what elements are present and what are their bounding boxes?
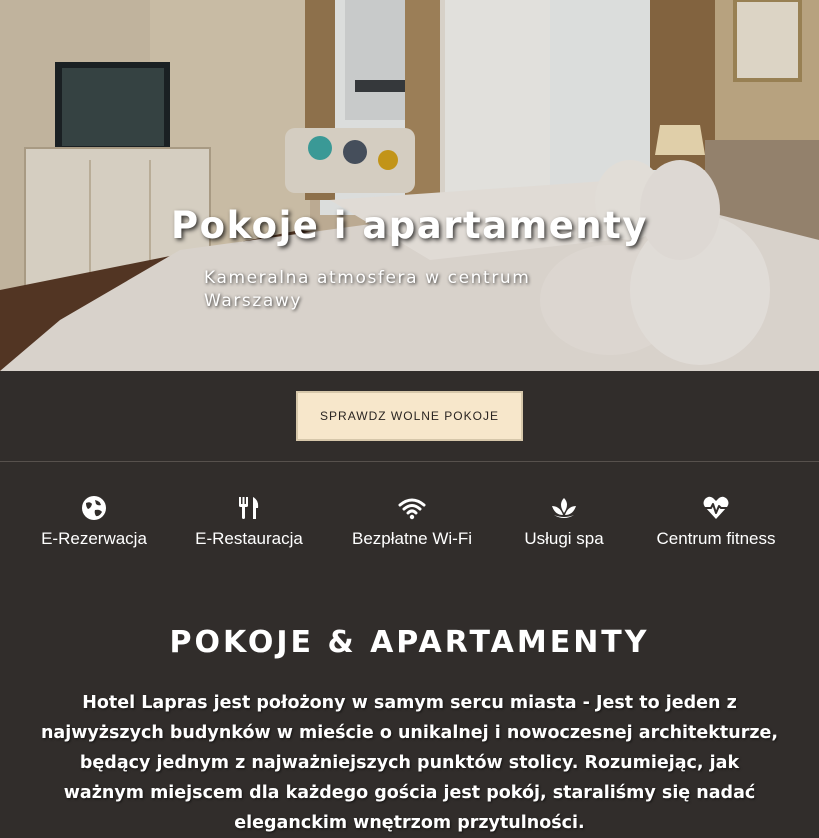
fork-knife-icon (239, 497, 259, 519)
heartbeat-icon (703, 496, 729, 519)
hero-banner: Pokoje i apartamenty Kameralna atmosfera… (0, 0, 819, 371)
hero-room-photo (0, 0, 819, 371)
cta-band: SPRAWDZ WOLNE POKOJE (0, 371, 819, 462)
lotus-icon (552, 498, 576, 518)
feature-e-restaurant[interactable]: E-Restauracja (169, 494, 329, 550)
features-row: E-Rezerwacja E-Restauracja Bezpłatne Wi-… (0, 462, 819, 592)
feature-label: Centrum fitness (656, 529, 776, 548)
feature-e-reservation[interactable]: E-Rezerwacja (14, 494, 174, 550)
feature-label: Usługi spa (524, 529, 604, 548)
hero-subtitle: Kameralna atmosfera w centrum Warszawy (204, 268, 531, 311)
feature-label: E-Rezerwacja (41, 529, 147, 548)
check-availability-button[interactable]: SPRAWDZ WOLNE POKOJE (296, 391, 523, 441)
feature-fitness[interactable]: Centrum fitness (636, 494, 796, 550)
feature-label: E-Restauracja (195, 529, 303, 548)
section-title: POKOJE & APARTAMENTY (169, 625, 650, 660)
feature-free-wifi[interactable]: Bezpłatne Wi-Fi (332, 494, 492, 550)
feature-spa[interactable]: Usługi spa (484, 494, 644, 550)
globe-icon (82, 496, 106, 520)
feature-label: Bezpłatne Wi-Fi (352, 529, 472, 548)
section-description: Hotel Lapras jest położony w samym sercu… (40, 693, 779, 833)
hero-title: Pokoje i apartamenty (171, 204, 648, 247)
wifi-icon (398, 498, 426, 520)
